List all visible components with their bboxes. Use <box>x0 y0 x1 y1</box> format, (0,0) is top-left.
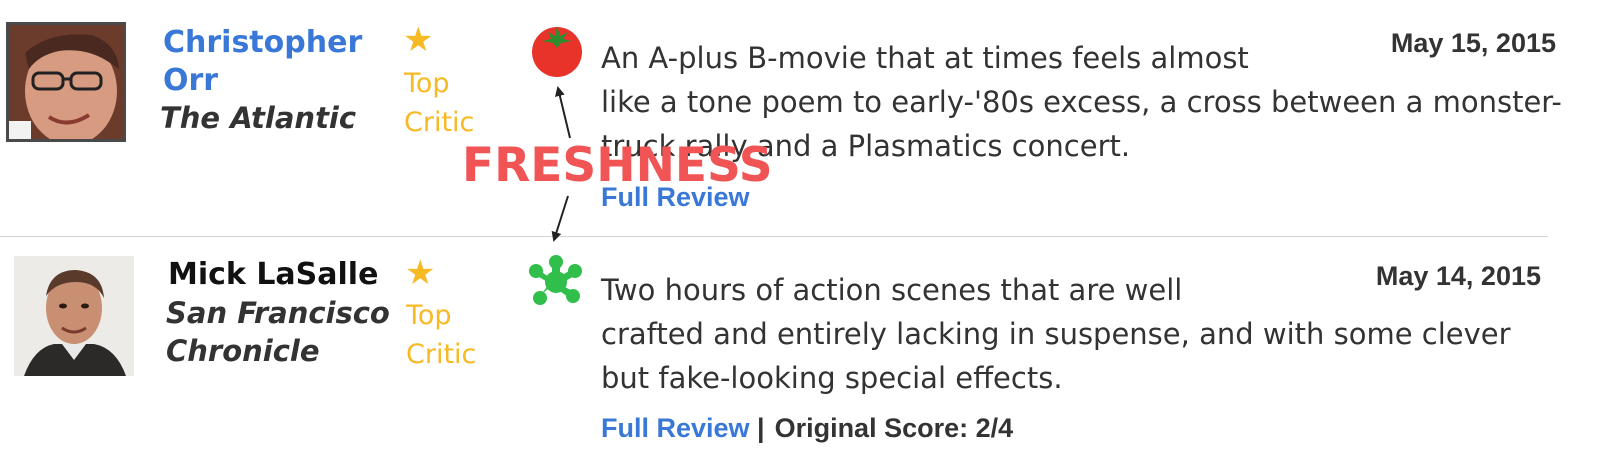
full-review-link[interactable]: Full Review <box>601 412 750 444</box>
original-score: | Original Score: 2/4 <box>757 412 1013 444</box>
review-quote-line: An A-plus B-movie that at times feels al… <box>601 41 1249 75</box>
top-critic-label: Top Critic <box>406 300 477 370</box>
critic-name-link[interactable]: Christopher Orr <box>163 24 393 100</box>
review-divider <box>0 236 1548 237</box>
fresh-tomato-icon <box>528 20 586 78</box>
review-date: May 15, 2015 <box>1390 28 1556 58</box>
critic-name-link[interactable]: Mick LaSalle <box>168 256 378 294</box>
top-critic-star-icon: ★ <box>405 254 436 292</box>
review-date: May 14, 2015 <box>1375 261 1541 291</box>
review-quote-line: Two hours of action scenes that are well <box>601 273 1183 307</box>
arrow-to-splat <box>551 195 569 242</box>
freshness-annotation-label: FRESHNESS <box>462 138 773 193</box>
critic-avatar-mick-lasalle[interactable] <box>14 256 134 376</box>
rotten-splat-icon <box>526 254 586 310</box>
critic-avatar-christopher-orr[interactable] <box>6 22 126 142</box>
critic-photo <box>14 256 134 376</box>
critic-publication[interactable]: San Francisco Chronicle <box>166 294 396 370</box>
review-quote-text: crafted and entirely lacking in suspense… <box>601 317 1511 395</box>
critic-photo <box>9 25 123 139</box>
top-critic-label: Top Critic <box>404 68 475 138</box>
original-score-text: Original Score: 2/4 <box>774 413 1014 443</box>
arrow-to-tomato <box>555 86 571 139</box>
top-critic-star-icon: ★ <box>403 21 434 59</box>
critic-publication[interactable]: The Atlantic <box>160 99 356 137</box>
score-separator: | <box>757 413 765 443</box>
